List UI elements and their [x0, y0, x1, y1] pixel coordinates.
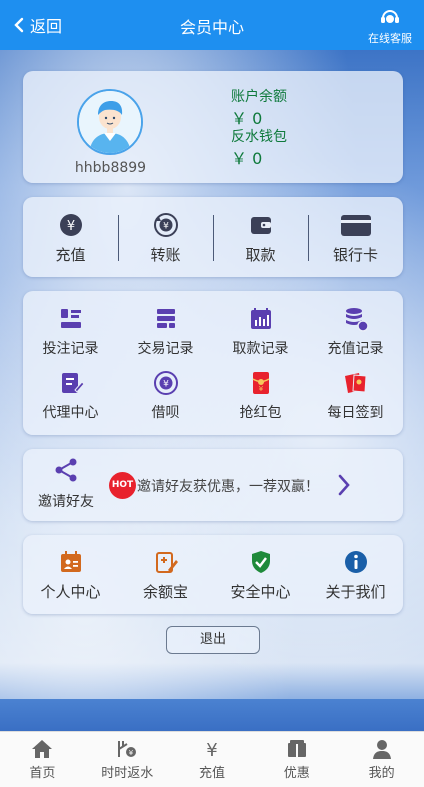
invite-card[interactable]: 邀请好友 HOT 邀请好友获优惠，一荐双赢！ [23, 449, 403, 521]
withdraw-record-label: 取款记录 [232, 341, 289, 357]
bottom-tab-bar: 首页 ¥ 时时返水 ¥ 充值 优惠 我的 [0, 731, 424, 787]
share-icon [55, 458, 77, 482]
online-service-label: 在线客服 [368, 32, 412, 45]
user-icon [372, 740, 391, 759]
invite-promo-text: 邀请好友获优惠，一荐双赢！ [137, 479, 319, 495]
daily-signin-button[interactable]: 每日签到 [308, 370, 403, 422]
svg-text:¥: ¥ [206, 740, 217, 759]
rebate-wallet-value: ￥ 0 [231, 149, 263, 168]
yen-coin-icon: ¥ [59, 214, 82, 236]
svg-text:¥: ¥ [66, 219, 74, 234]
content-bottom-band [0, 699, 424, 731]
rebate-icon: ¥ [118, 741, 137, 757]
tab-mine-label: 我的 [368, 766, 395, 781]
bank-card-icon [340, 215, 371, 236]
invite-friends-label: 邀请好友 [38, 494, 94, 510]
agent-center-icon [61, 373, 84, 393]
deposit-button[interactable]: ¥ 充值 [23, 212, 118, 265]
rebate-wallet-label: 反水钱包 [231, 129, 287, 145]
withdraw-record-icon [250, 308, 271, 329]
tab-promotion-label: 优惠 [283, 766, 310, 781]
bet-record-button[interactable]: 投注记录 [23, 306, 118, 358]
security-center-button[interactable]: 安全中心 [213, 549, 308, 602]
deposit-record-icon [345, 308, 369, 332]
tab-home[interactable]: 首页 [0, 732, 85, 787]
loan-button[interactable]: ¥ 借呗 [118, 370, 213, 422]
svg-text:¥: ¥ [163, 222, 169, 232]
transaction-record-button[interactable]: 交易记录 [118, 306, 213, 358]
agent-center-label: 代理中心 [42, 405, 99, 421]
personal-center-icon [60, 551, 81, 572]
bank-card-label: 银行卡 [332, 246, 378, 264]
personal-card: 个人中心 余额宝 安全中心 关于我们 [23, 535, 403, 614]
home-icon [32, 740, 53, 758]
tab-deposit[interactable]: ¥ 充值 [170, 732, 255, 787]
tab-deposit-label: 充值 [198, 766, 225, 781]
withdraw-button[interactable]: 取款 [213, 212, 308, 265]
invite-friends-button[interactable]: 邀请好友 [31, 457, 101, 511]
quick-actions-card: ¥ 充值 ¥ 转账 取款 银行卡 [23, 197, 403, 277]
transaction-record-label: 交易记录 [137, 341, 194, 357]
header-bar: 返回 会员中心 在线客服 [0, 0, 424, 50]
promo-arrow-button[interactable] [337, 473, 351, 501]
about-us-label: 关于我们 [325, 583, 386, 601]
promotion-icon [287, 740, 306, 757]
online-service-button[interactable]: 在线客服 [364, 6, 416, 46]
about-us-button[interactable]: 关于我们 [308, 549, 403, 602]
agent-center-button[interactable]: 代理中心 [23, 370, 118, 422]
tab-promotion[interactable]: 优惠 [254, 732, 339, 787]
tab-mine[interactable]: 我的 [339, 732, 424, 787]
account-balance-label: 账户余额 [231, 89, 287, 105]
balance-treasure-label: 余额宝 [142, 583, 188, 601]
username: hhbb8899 [74, 160, 147, 176]
transfer-button[interactable]: ¥ 转账 [118, 212, 213, 265]
red-envelope-button[interactable]: ¥ 抢红包 [213, 370, 308, 422]
deposit-label: 充值 [55, 246, 86, 264]
security-shield-icon [251, 551, 270, 573]
tab-home-label: 首页 [29, 766, 56, 781]
tab-rebate[interactable]: ¥ 时时返水 [85, 732, 170, 787]
svg-text:¥: ¥ [258, 385, 263, 393]
red-envelope-icon: ¥ [252, 372, 269, 394]
withdraw-label: 取款 [245, 246, 276, 264]
hot-badge: HOT [109, 472, 136, 499]
bet-record-label: 投注记录 [42, 341, 99, 357]
transfer-label: 转账 [150, 246, 181, 264]
bank-card-button[interactable]: 银行卡 [308, 212, 403, 265]
svg-text:¥: ¥ [163, 380, 169, 390]
balance-treasure-icon [155, 552, 178, 573]
deposit-record-button[interactable]: 充值记录 [308, 306, 403, 358]
headset-icon [381, 10, 399, 23]
deposit-record-label: 充值记录 [327, 341, 384, 357]
profile-card: hhbb8899 账户余额 ￥ 0 反水钱包 ￥ 0 [23, 71, 403, 183]
daily-signin-icon [344, 373, 367, 393]
transfer-icon: ¥ [153, 213, 178, 237]
avatar-icon [79, 91, 141, 153]
withdraw-record-button[interactable]: 取款记录 [213, 306, 308, 358]
page-title: 会员中心 [179, 18, 244, 37]
svg-text:¥: ¥ [129, 749, 134, 757]
balance-treasure-button[interactable]: 余额宝 [118, 549, 213, 602]
loan-label: 借呗 [151, 405, 180, 421]
yen-icon: ¥ [206, 740, 217, 759]
chevron-right-icon [338, 474, 350, 496]
records-card: 投注记录 交易记录 取款记录 充值记录 代理中心 ¥ 借呗 ¥ 抢红包 每日签到 [23, 291, 403, 435]
daily-signin-label: 每日签到 [327, 405, 384, 421]
wallet-icon [250, 217, 271, 234]
personal-center-label: 个人中心 [40, 583, 101, 601]
red-envelope-label: 抢红包 [239, 405, 282, 421]
avatar[interactable] [77, 89, 143, 155]
personal-center-button[interactable]: 个人中心 [23, 549, 118, 602]
info-icon [344, 551, 367, 573]
tab-rebate-label: 时时返水 [101, 766, 154, 781]
loan-icon: ¥ [153, 371, 178, 395]
bet-record-icon [60, 309, 81, 328]
transaction-record-icon [156, 309, 175, 328]
security-center-label: 安全中心 [230, 583, 291, 601]
logout-button[interactable]: 退出 [166, 626, 260, 654]
